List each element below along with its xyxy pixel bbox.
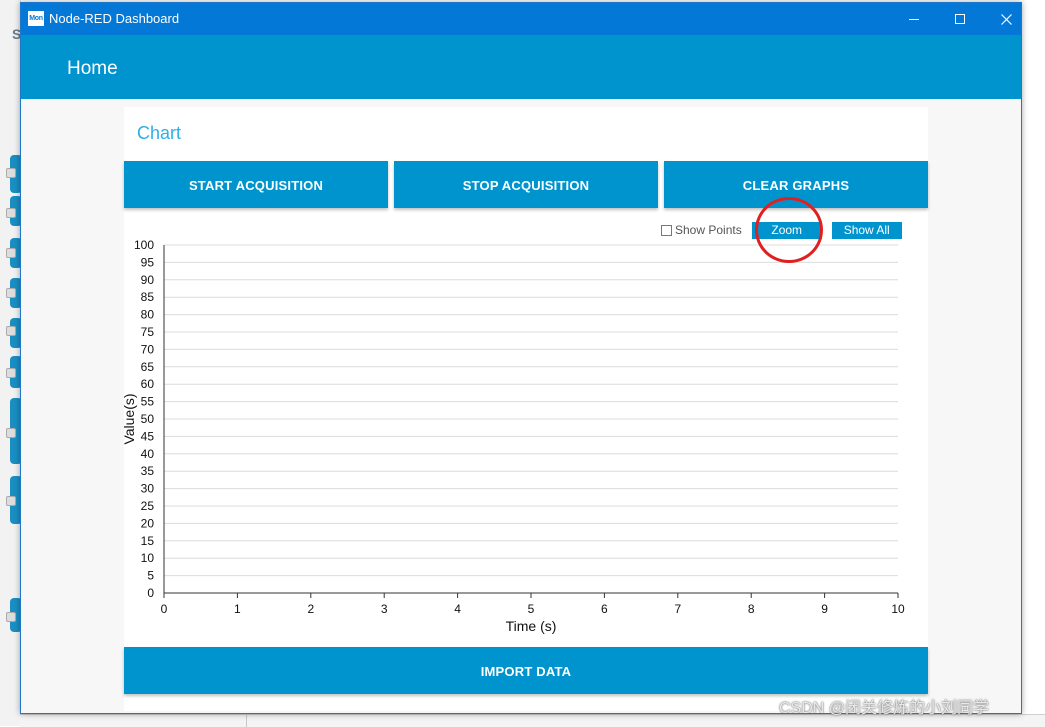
y-tick-label: 30: [141, 482, 155, 496]
y-tick-label: 100: [134, 238, 154, 252]
dashboard-window: Mon Node-RED Dashboard Home Chart START …: [20, 2, 1022, 714]
y-tick-label: 80: [141, 308, 155, 322]
background-node-port: [6, 612, 16, 622]
x-tick-label: 3: [381, 602, 388, 616]
window-title: Node-RED Dashboard: [49, 11, 180, 26]
y-tick-label: 20: [141, 516, 155, 530]
x-tick-label: 8: [748, 602, 755, 616]
background-node-port: [6, 326, 16, 336]
x-tick-label: 0: [161, 602, 168, 616]
y-tick-label: 15: [141, 534, 155, 548]
y-tick-label: 75: [141, 325, 155, 339]
x-tick-label: 2: [307, 602, 314, 616]
app-icon: Mon: [28, 11, 44, 26]
background-divider: [246, 715, 247, 727]
background-node-port: [6, 288, 16, 298]
watermark: CSDN @闭关修炼的小刘同学: [779, 700, 990, 717]
maximize-icon: [954, 13, 965, 24]
y-tick-label: 95: [141, 255, 155, 269]
background-node-port: [6, 208, 16, 218]
maximize-button[interactable]: [937, 3, 983, 35]
y-tick-label: 25: [141, 499, 155, 513]
y-tick-label: 50: [141, 412, 155, 426]
y-tick-label: 40: [141, 447, 155, 461]
x-tick-label: 4: [454, 602, 461, 616]
zoom-highlight-circle: [755, 197, 823, 263]
x-tick-label: 5: [528, 602, 535, 616]
x-tick-label: 7: [674, 602, 681, 616]
x-tick-label: 10: [891, 602, 905, 616]
close-button[interactable]: [983, 3, 1021, 35]
background-node-port: [6, 168, 16, 178]
y-tick-label: 0: [147, 586, 154, 600]
background-node-port: [6, 496, 16, 506]
y-tick-label: 70: [141, 342, 155, 356]
y-tick-label: 60: [141, 377, 155, 391]
y-tick-label: 85: [141, 290, 155, 304]
close-icon: [1000, 13, 1012, 25]
background-node-port: [6, 368, 16, 378]
window-titlebar[interactable]: Mon Node-RED Dashboard: [21, 3, 1021, 35]
y-tick-label: 45: [141, 429, 155, 443]
import-data-button[interactable]: IMPORT DATA: [124, 647, 928, 694]
x-axis-label: Time (s): [506, 618, 557, 634]
minimize-icon: [908, 18, 919, 20]
y-axis-label: Value(s): [124, 393, 137, 444]
line-chart: 0510152025303540455055606570758085909510…: [124, 238, 905, 634]
minimize-button[interactable]: [891, 3, 937, 35]
y-tick-label: 55: [141, 395, 155, 409]
x-tick-label: 9: [821, 602, 828, 616]
x-tick-label: 1: [234, 602, 241, 616]
background-node-port: [6, 428, 16, 438]
y-tick-label: 10: [141, 551, 155, 565]
x-tick-label: 6: [601, 602, 608, 616]
dashboard-toolbar: Home: [21, 35, 1021, 99]
background-node-port: [6, 248, 16, 258]
background-canvas-strip: S: [0, 0, 22, 726]
y-tick-label: 5: [147, 569, 154, 583]
y-tick-label: 90: [141, 273, 155, 287]
y-tick-label: 65: [141, 360, 155, 374]
chart-card: Chart START ACQUISITION STOP ACQUISITION…: [124, 107, 928, 711]
page-title: Home: [67, 58, 118, 79]
y-tick-label: 35: [141, 464, 155, 478]
